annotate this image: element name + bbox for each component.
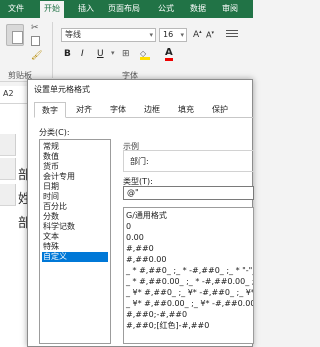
ribbon-home: ✂ 🖌 等线 ▾ 16 ▾ A▴ A▾ B I U ▾ ⊞ ◇ A 剪贴板 字体 [0,18,253,82]
chevron-down-icon[interactable]: ▾ [111,49,115,57]
list-item[interactable]: 特殊 [42,242,108,252]
type-input[interactable]: @" [123,186,254,200]
list-item[interactable]: 日期 [42,182,108,192]
font-name-select[interactable]: 等线 ▾ [61,28,156,42]
italic-button[interactable]: I [81,49,84,59]
list-item-selected[interactable]: 自定义 [42,252,108,262]
list-item[interactable]: #,##0;[红色]-#,##0 [126,321,209,331]
tab-border[interactable]: 边框 [136,102,168,118]
name-box[interactable]: A2 [3,89,14,98]
dialog-title: 设置单元格格式 [34,85,90,94]
tab-data[interactable]: 数据 [190,3,206,15]
list-item[interactable]: 分数 [42,212,108,222]
font-name-value: 等线 [65,30,81,39]
tab-home[interactable]: 开始 [40,1,64,18]
list-item[interactable]: _ ¥* #,##0_ ;_ ¥* -#,##0_ ;_ ¥* "-"_ ; [126,288,253,298]
tab-protection[interactable]: 保护 [204,102,236,118]
tab-file[interactable]: 文件 [8,3,24,15]
list-item[interactable]: 会计专用 [42,172,108,182]
sample-value: 部门: [130,157,149,166]
tab-fill[interactable]: 填充 [170,102,202,118]
tab-font[interactable]: 字体 [102,102,134,118]
list-item[interactable]: 0.00 [126,233,144,243]
tab-page-layout[interactable]: 页面布局 [108,3,140,15]
list-item[interactable]: G/通用格式 [126,211,167,221]
tab-insert[interactable]: 插入 [78,3,94,15]
category-list[interactable]: 常规 数值 货币 会计专用 日期 时间 百分比 分数 科学记数 文本 特殊 自定… [39,139,111,344]
tab-formulas[interactable]: 公式 [158,3,174,15]
bold-button[interactable]: B [64,49,71,59]
paste-icon[interactable] [6,24,24,46]
list-item[interactable]: 数值 [42,152,108,162]
list-item[interactable]: 时间 [42,192,108,202]
list-item[interactable]: _ ¥* #,##0.00_ ;_ ¥* -#,##0.00_ ;_ ¥* " [126,299,253,309]
group-divider [52,22,53,78]
fill-color-icon[interactable]: ◇ [140,50,150,60]
align-top-icon[interactable] [226,28,238,40]
format-cells-dialog: 设置单元格格式 数字 对齐 字体 边框 填充 保护 分类(C): 常规 数值 货… [27,79,254,347]
copy-icon[interactable] [31,36,40,46]
font-color-icon[interactable]: A [165,48,173,61]
chevron-down-icon: ▾ [149,31,153,39]
sample-box: 部门: [123,150,254,172]
row-header[interactable] [0,158,16,180]
increase-font-icon[interactable]: A▴ [193,29,202,40]
font-size-value: 16 [163,30,174,39]
list-item[interactable]: 货币 [42,162,108,172]
list-item[interactable]: 0 [126,222,131,232]
decrease-font-icon[interactable]: A▾ [206,30,214,40]
category-label: 分类(C): [39,128,70,137]
list-item[interactable]: 常规 [42,142,108,152]
font-size-select[interactable]: 16 ▾ [159,28,187,42]
tab-review[interactable]: 审阅 [222,3,238,15]
list-item[interactable]: #,##0 [126,244,154,254]
border-icon[interactable]: ⊞ [122,49,130,59]
tab-alignment[interactable]: 对齐 [68,102,100,118]
list-item[interactable]: _ * #,##0.00_ ;_ * -#,##0.00_ ;_ * "-"??… [126,277,253,287]
cut-icon[interactable]: ✂ [31,23,41,33]
chevron-down-icon: ▾ [180,31,184,39]
ribbon-tab-bar: 文件 开始 插入 页面布局 公式 数据 审阅 [0,0,253,18]
list-item[interactable]: #,##0.00 [126,255,166,265]
underline-button[interactable]: U [97,49,104,59]
type-list[interactable]: G/通用格式 0 0.00 #,##0 #,##0.00 _ * #,##0_ … [123,207,254,344]
list-item[interactable]: #,##0;-#,##0 [126,310,187,320]
list-item[interactable]: 百分比 [42,202,108,212]
list-item[interactable]: _ * #,##0_ ;_ * -#,##0_ ;_ * "-"_ ;_ @_ [126,266,253,276]
row-header[interactable] [0,184,16,206]
dialog-tab-bar: 数字 对齐 字体 边框 填充 保护 [34,102,254,118]
list-item[interactable]: 科学记数 [42,222,108,232]
format-painter-icon[interactable]: 🖌 [31,51,42,61]
list-item[interactable]: 文本 [42,232,108,242]
row-header[interactable] [0,134,16,156]
tab-number[interactable]: 数字 [34,102,66,118]
